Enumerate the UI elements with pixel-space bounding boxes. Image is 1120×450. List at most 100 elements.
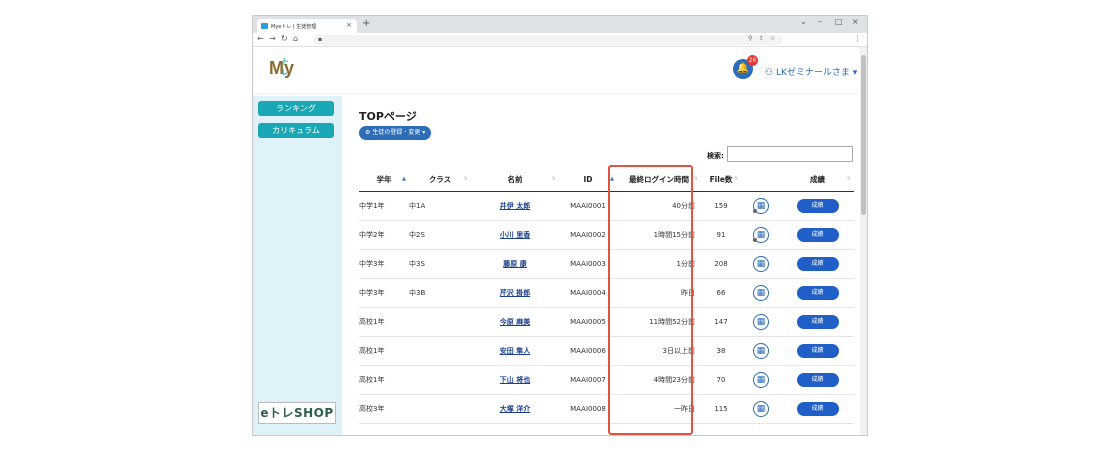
table-header-row: 学年 ▲ クラス ⇅ 名前 ⇅ ID ▲ 最終ログイン時間 ⇅ File数 ⇅ 成績 ⇅ <box>359 169 854 192</box>
cell-last-login: 3日以上前 <box>617 336 701 366</box>
student-register-label: 生徒の登録・変更 <box>372 129 421 136</box>
cell-calendar: ▦ <box>741 394 781 424</box>
results-button[interactable]: 成績 <box>796 314 839 329</box>
col-files[interactable]: File数 ⇅ <box>701 169 741 192</box>
cell-files: 147 <box>701 307 741 337</box>
browser-tab[interactable]: Myeトレ | 生徒管理 × <box>257 19 357 33</box>
scrollbar-thumb[interactable] <box>861 55 866 215</box>
cell-results: 成績 <box>781 191 854 221</box>
share-icon[interactable]: ⇪ <box>759 35 764 42</box>
user-menu[interactable]: ⚇ LKゼミナールさま ▾ <box>765 65 857 78</box>
cell-last-login: 一昨日 <box>617 394 701 424</box>
calendar-icon[interactable]: ▦ <box>753 342 769 359</box>
student-register-button[interactable]: ⚙ 生徒の登録・変更 ▾ <box>359 126 432 140</box>
sidebar-item-curriculum[interactable]: カリキュラム <box>258 123 334 138</box>
cell-grade: 中学3年 <box>359 278 409 308</box>
status-dot <box>753 237 757 242</box>
cell-grade: 中学2年 <box>359 220 409 250</box>
results-button[interactable]: 成績 <box>796 343 839 358</box>
table-row: 高校1年 今原 麻美 MAAI0005 11時間52分前 147 ▦ 成績 <box>359 307 854 337</box>
calendar-icon[interactable]: ▦ <box>753 371 769 388</box>
calendar-icon[interactable]: ▦ <box>753 284 769 301</box>
calendar-icon[interactable]: ▦ <box>753 197 769 214</box>
student-name-link[interactable]: 今原 麻美 <box>500 318 530 326</box>
col-name[interactable]: 名前 ⇅ <box>471 169 559 192</box>
cell-last-login: 11時間52分前 <box>617 307 701 337</box>
back-icon[interactable]: ← <box>257 34 264 43</box>
cell-grade: 中学1年 <box>359 191 409 221</box>
student-name-link[interactable]: 井伊 太郎 <box>500 202 530 210</box>
results-button[interactable]: 成績 <box>796 227 839 242</box>
cell-files: 115 <box>701 394 741 424</box>
col-results-label: 成績 <box>810 175 825 185</box>
cell-files: 208 <box>701 249 741 279</box>
cell-files: 70 <box>701 365 741 395</box>
minimize-button[interactable]: – <box>818 17 822 26</box>
gear-icon: ⚙ <box>365 129 371 136</box>
cell-name: 井伊 太郎 <box>471 191 559 221</box>
zoom-icon[interactable]: ⚲ <box>748 35 752 42</box>
app-header: My トレ 🔔 26 ⚇ LKゼミナールさま ▾ <box>253 47 860 93</box>
vertical-scrollbar[interactable] <box>860 47 867 435</box>
student-name-link[interactable]: 安田 隼人 <box>500 347 530 355</box>
cell-grade: 高校1年 <box>359 336 409 366</box>
calendar-icon[interactable]: ▦ <box>753 400 769 417</box>
cell-results: 成績 <box>781 220 854 250</box>
sort-icon: ⇅ <box>463 176 468 182</box>
student-name-link[interactable]: 下山 将也 <box>500 376 530 384</box>
app-logo[interactable]: My トレ <box>269 57 294 79</box>
results-button[interactable]: 成績 <box>796 401 839 416</box>
col-calendar <box>741 169 781 192</box>
address-bar-row: ← → ↻ ⌂ ▪ ⚲ ⇪ ☆ ⋮ <box>253 33 867 47</box>
student-name-link[interactable]: 大塚 洋介 <box>500 405 530 413</box>
calendar-icon[interactable]: ▦ <box>753 313 769 330</box>
student-name-link[interactable]: 藤原 康 <box>503 260 526 268</box>
main-content: TOPページ ⚙ 生徒の登録・変更 ▾ 検索: 学年 ▲ クラス ⇅ 名前 ⇅ ID ▲… <box>342 96 860 435</box>
menu-kebab-icon[interactable]: ⋮ <box>854 35 861 43</box>
shop-logo-link[interactable]: eトレSHOP <box>258 402 336 424</box>
cell-class: 中2S <box>409 220 471 250</box>
sidebar-item-ranking[interactable]: ランキング <box>258 101 334 116</box>
cell-files: 159 <box>701 191 741 221</box>
table-row: 高校1年 下山 将也 MAAI0007 4時間23分前 70 ▦ 成績 <box>359 365 854 395</box>
cell-results: 成績 <box>781 336 854 366</box>
forward-icon[interactable]: → <box>269 34 276 43</box>
calendar-icon[interactable]: ▦ <box>753 255 769 272</box>
cell-grade: 高校1年 <box>359 365 409 395</box>
close-window-button[interactable]: × <box>852 17 859 26</box>
reload-icon[interactable]: ↻ <box>281 34 288 43</box>
col-last-login[interactable]: 最終ログイン時間 ⇅ <box>617 169 701 192</box>
cell-last-login: 1時間15分前 <box>617 220 701 250</box>
table-row: 高校3年 大塚 洋介 MAAI0008 一昨日 115 ▦ 成績 <box>359 394 854 424</box>
caret-down-icon: ▾ <box>422 129 426 136</box>
cell-class: 中3B <box>409 278 471 308</box>
col-class[interactable]: クラス ⇅ <box>409 169 471 192</box>
cell-calendar: ▦ <box>741 336 781 366</box>
results-button[interactable]: 成績 <box>796 198 839 213</box>
results-button[interactable]: 成績 <box>796 256 839 271</box>
table-body: 中学1年 中1A 井伊 太郎 MAAI0001 40分前 159 ▦ 成績 中学2年 中2S 小川 … <box>359 191 854 424</box>
star-icon[interactable]: ☆ <box>770 35 775 42</box>
search-input[interactable] <box>727 146 853 162</box>
tab-close-icon[interactable]: × <box>346 21 352 29</box>
sort-icon: ⇅ <box>551 176 556 182</box>
student-name-link[interactable]: 小川 里香 <box>500 231 530 239</box>
sidebar: ランキング カリキュラム eトレSHOP <box>253 96 342 435</box>
student-name-link[interactable]: 芹沢 掛郎 <box>500 289 530 297</box>
chevron-down-icon[interactable]: ⌄ <box>800 17 807 26</box>
cell-results: 成績 <box>781 365 854 395</box>
address-bar[interactable]: ▪ ⚲ ⇪ ☆ <box>313 35 783 45</box>
home-icon[interactable]: ⌂ <box>293 34 298 43</box>
caret-down-icon: ▾ <box>852 68 858 78</box>
calendar-icon[interactable]: ▦ <box>753 226 769 243</box>
col-results[interactable]: 成績 ⇅ <box>781 169 854 192</box>
col-id[interactable]: ID ▲ <box>559 169 617 192</box>
cell-calendar: ▦ <box>741 307 781 337</box>
new-tab-button[interactable]: + <box>362 18 370 29</box>
col-grade[interactable]: 学年 ▲ <box>359 169 409 192</box>
results-button[interactable]: 成績 <box>796 372 839 387</box>
maximize-button[interactable]: □ <box>835 17 843 26</box>
tab-title: Myeトレ | 生徒管理 <box>271 24 317 30</box>
results-button[interactable]: 成績 <box>796 285 839 300</box>
sort-icon: ⇅ <box>733 176 738 182</box>
